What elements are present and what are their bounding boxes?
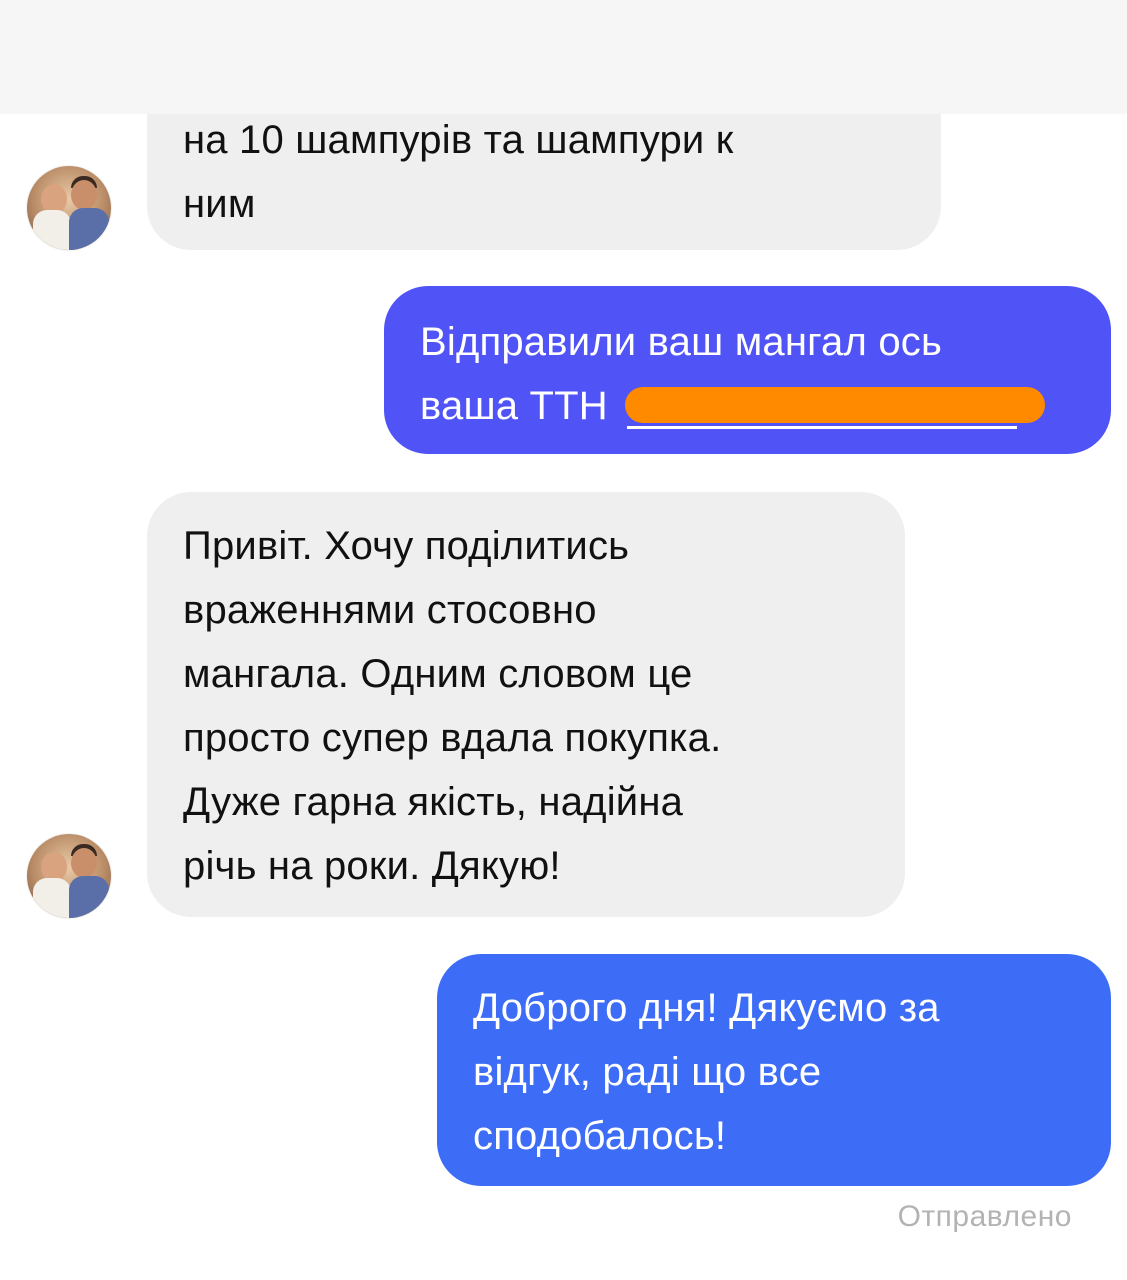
ttn-link-redacted[interactable]: [625, 383, 1046, 429]
incoming-message[interactable]: Привіт. Хочу поділитись враженнями стосо…: [147, 492, 905, 917]
message-text-line: Привіт. Хочу поділитись: [183, 524, 630, 568]
avatar-photo-detail: [33, 878, 71, 918]
message-text-line: відгук, раді що все: [473, 1050, 822, 1094]
message-text-fragment: ваша ТТН: [420, 384, 608, 428]
avatar-photo-detail: [33, 210, 71, 250]
contact-avatar[interactable]: [27, 834, 111, 918]
message-text-line: Дуже гарна якість, надійна: [183, 780, 684, 824]
message-text-line: просто супер вдала покупка.: [183, 716, 722, 760]
top-bar: [0, 0, 1127, 114]
chat-screen: на 10 шампурів та шампури к ним Відправи…: [0, 0, 1127, 1280]
message-text-line: сподобалось!: [473, 1114, 727, 1158]
redaction-mark: [625, 387, 1046, 423]
message-status: Отправлено: [897, 1200, 1072, 1233]
message-text-line: ним: [183, 182, 256, 226]
message-text-line-with-ttn: ваша ТТН: [420, 374, 1075, 438]
message-text-line: Відправили ваш мангал ось: [420, 320, 943, 364]
avatar-photo-detail: [69, 208, 109, 250]
avatar-photo-detail: [69, 876, 109, 918]
message-text-line: Доброго дня! Дякуємо за: [473, 986, 940, 1030]
outgoing-message[interactable]: Доброго дня! Дякуємо за відгук, раді що …: [437, 954, 1111, 1186]
link-underline: [627, 426, 1018, 429]
avatar-photo-detail: [71, 180, 97, 210]
message-text-line: враженнями стосовно: [183, 588, 597, 632]
message-text-line: річь на роки. Дякую!: [183, 844, 561, 888]
outgoing-message[interactable]: Відправили ваш мангал ось ваша ТТН: [384, 286, 1111, 454]
message-text-line: мангала. Одним словом це: [183, 652, 693, 696]
avatar-photo-detail: [71, 848, 97, 878]
contact-avatar[interactable]: [27, 166, 111, 250]
message-text-line: на 10 шампурів та шампури к: [183, 118, 734, 162]
